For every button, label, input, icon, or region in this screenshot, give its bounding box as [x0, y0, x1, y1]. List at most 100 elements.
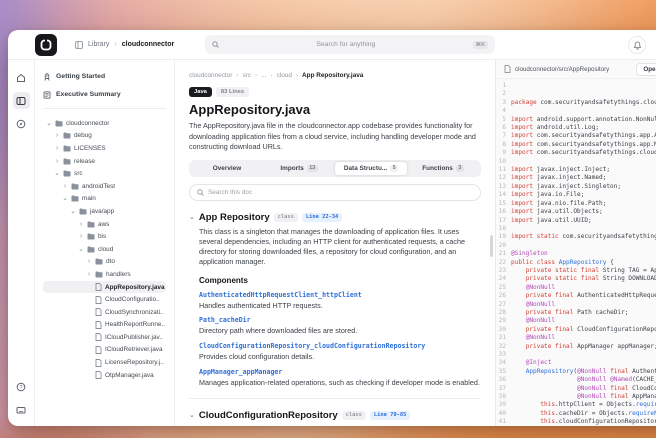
- code-panel: cloudconnector/src/AppRepository Open ne…: [496, 60, 656, 426]
- help-icon[interactable]: ?: [13, 378, 30, 395]
- app-logo-icon[interactable]: [35, 34, 57, 56]
- tree-item-otpmanager-java[interactable]: OtpManager.java: [43, 369, 166, 382]
- tree-item-label: release: [74, 158, 95, 165]
- folder-icon: [55, 120, 63, 127]
- breadcrumb-separator: ›: [296, 72, 298, 79]
- search-placeholder: Search for anything: [224, 41, 468, 48]
- library-pane-icon[interactable]: [13, 92, 30, 109]
- code-line: 25 @NonNull: [496, 284, 656, 292]
- chevron-down-icon[interactable]: ⌄: [54, 170, 60, 177]
- breadcrumb-item-app-repository-java[interactable]: App Repository.java: [302, 72, 363, 79]
- chevron-right-icon[interactable]: ›: [54, 145, 60, 152]
- tree-item-label: LICENSES: [74, 145, 106, 152]
- tree-item-release[interactable]: › release: [43, 155, 166, 168]
- line-number: 33: [496, 351, 511, 359]
- breadcrumb-item-cloud[interactable]: cloud: [277, 72, 292, 79]
- chevron-down-icon[interactable]: ⌄: [70, 208, 76, 215]
- search-icon: [197, 189, 204, 196]
- line-number: 25: [496, 284, 511, 292]
- code-text: @Inject: [511, 359, 551, 367]
- tab-overview[interactable]: Overview: [191, 162, 263, 175]
- line-number: 6: [496, 124, 511, 132]
- tree-item-cloudconfiguratio[interactable]: CloudConfiguratio..: [43, 293, 166, 306]
- component-link[interactable]: Path_cacheDir: [199, 316, 481, 324]
- code-line: 40 this.cacheDir = Objects.requireNo: [496, 410, 656, 418]
- open-new-button[interactable]: Open new: [636, 63, 656, 76]
- code-text: this.httpClient = Objects.require: [511, 401, 656, 409]
- tree-item-java-app[interactable]: ⌄java/app: [43, 205, 166, 218]
- chevron-right-icon[interactable]: ›: [54, 132, 60, 139]
- component-link[interactable]: CloudConfigurationRepository_cloudConfig…: [199, 342, 481, 350]
- breadcrumb-library[interactable]: Library: [88, 41, 109, 48]
- tree-item-debug[interactable]: ›debug: [43, 130, 166, 143]
- chevron-right-icon[interactable]: ›: [78, 233, 84, 240]
- section-cloud-configuration-repository: ⌄ CloudConfigurationRepository class Lin…: [189, 410, 481, 426]
- chevron-right-icon[interactable]: ›: [54, 158, 60, 165]
- tree-item-label: ICloudRetriever.java: [105, 346, 163, 353]
- explore-icon[interactable]: [13, 115, 30, 132]
- component-description: Handles authenticated HTTP requests.: [199, 301, 481, 311]
- chevron-down-icon[interactable]: ⌄: [62, 195, 68, 202]
- breadcrumb-item-[interactable]: ...: [261, 72, 266, 79]
- chevron-right-icon[interactable]: ›: [86, 271, 92, 278]
- code-text: private final Path cacheDir;: [511, 309, 628, 317]
- class-badge: class: [274, 213, 298, 222]
- folder-icon: [87, 221, 95, 228]
- line-range-badge[interactable]: Line 22-34: [302, 213, 342, 222]
- content-scrollbar[interactable]: [490, 235, 493, 257]
- tree-item-icloudretriever-java[interactable]: ICloudRetriever.java: [43, 344, 166, 357]
- code-viewer[interactable]: 123package com.securityandsafetythings.c…: [496, 79, 656, 426]
- chevron-down-icon[interactable]: ⌄: [78, 246, 84, 253]
- tree-item-main[interactable]: ⌄main: [43, 193, 166, 206]
- tree-item-licenses[interactable]: › LICENSES: [43, 142, 166, 155]
- notifications-button[interactable]: [628, 36, 646, 54]
- tab-imports[interactable]: Imports13: [263, 162, 335, 175]
- chevron-right-icon[interactable]: ›: [78, 221, 84, 228]
- tree-item-apprepository-java[interactable]: AppRepository.java: [43, 281, 166, 294]
- tree-item-androidtest[interactable]: › androidTest: [43, 180, 166, 193]
- tab-label: Overview: [213, 165, 241, 172]
- shortcuts-icon[interactable]: [13, 401, 30, 418]
- tab-data-structu[interactable]: Data Structu...5: [335, 162, 407, 175]
- chevron-right-icon[interactable]: ›: [62, 183, 68, 190]
- sidebar-item-executive-summary[interactable]: Executive Summary: [43, 87, 166, 102]
- doc-search-input[interactable]: Search this doc: [189, 184, 481, 201]
- tree-item-label: androidTest: [82, 183, 115, 190]
- component-link[interactable]: AuthenticatedHttpRequestClient_httpClien…: [199, 291, 481, 299]
- global-search-input[interactable]: Search for anything ⌘K: [205, 35, 495, 54]
- breadcrumb-item-cloudconnector[interactable]: cloudconnector: [189, 72, 232, 79]
- chevron-right-icon[interactable]: ›: [86, 258, 92, 265]
- tree-item-cloudconnector[interactable]: ⌄cloudconnector: [43, 117, 166, 130]
- code-text: private static final String TAG = App: [511, 267, 656, 275]
- breadcrumb-item-src[interactable]: src: [242, 72, 251, 79]
- folder-icon: [63, 170, 71, 177]
- tree-item-licenserepository-j[interactable]: LicenseRepository.j..: [43, 356, 166, 369]
- tree-item-aws[interactable]: ›aws: [43, 218, 166, 231]
- code-line: 16import java.util.Objects;: [496, 208, 656, 216]
- section-header[interactable]: ⌄ App Repository class Line 22-34: [189, 212, 481, 223]
- class-badge: class: [342, 411, 366, 420]
- sidebar-item-label: Executive Summary: [56, 91, 121, 98]
- tree-item-cloud[interactable]: ⌄cloud: [43, 243, 166, 256]
- tree-item-healthreportrunne[interactable]: HealthReportRunne..: [43, 319, 166, 332]
- tree-item-src[interactable]: ⌄src: [43, 167, 166, 180]
- line-number: 2: [496, 90, 511, 98]
- file-icon: [95, 308, 102, 316]
- chevron-down-icon: ⌄: [189, 213, 195, 221]
- sidebar-item-getting-started[interactable]: Getting Started: [43, 69, 166, 84]
- chevron-down-icon[interactable]: ⌄: [46, 120, 52, 127]
- tree-item-icloudpublisher-jav[interactable]: ICloudPublisher.jav..: [43, 331, 166, 344]
- home-icon[interactable]: [13, 69, 30, 86]
- component-link[interactable]: AppManager_appManager: [199, 368, 481, 376]
- section-header[interactable]: ⌄ CloudConfigurationRepository class Lin…: [189, 410, 481, 421]
- tab-functions[interactable]: Functions3: [407, 162, 479, 175]
- tree-item-cloudsynchronizati[interactable]: CloudSynchronizati..: [43, 306, 166, 319]
- tree-item-handlers[interactable]: ›handlers: [43, 268, 166, 281]
- tree-item-dto[interactable]: ›dto: [43, 256, 166, 269]
- tab-count-badge: 3: [456, 165, 464, 172]
- tree-item-bis[interactable]: ›bis: [43, 230, 166, 243]
- line-number: 12: [496, 174, 511, 182]
- folder-icon: [63, 158, 71, 165]
- breadcrumb-project[interactable]: cloudconnector: [122, 41, 175, 48]
- line-range-badge[interactable]: Line 70-85: [370, 411, 410, 420]
